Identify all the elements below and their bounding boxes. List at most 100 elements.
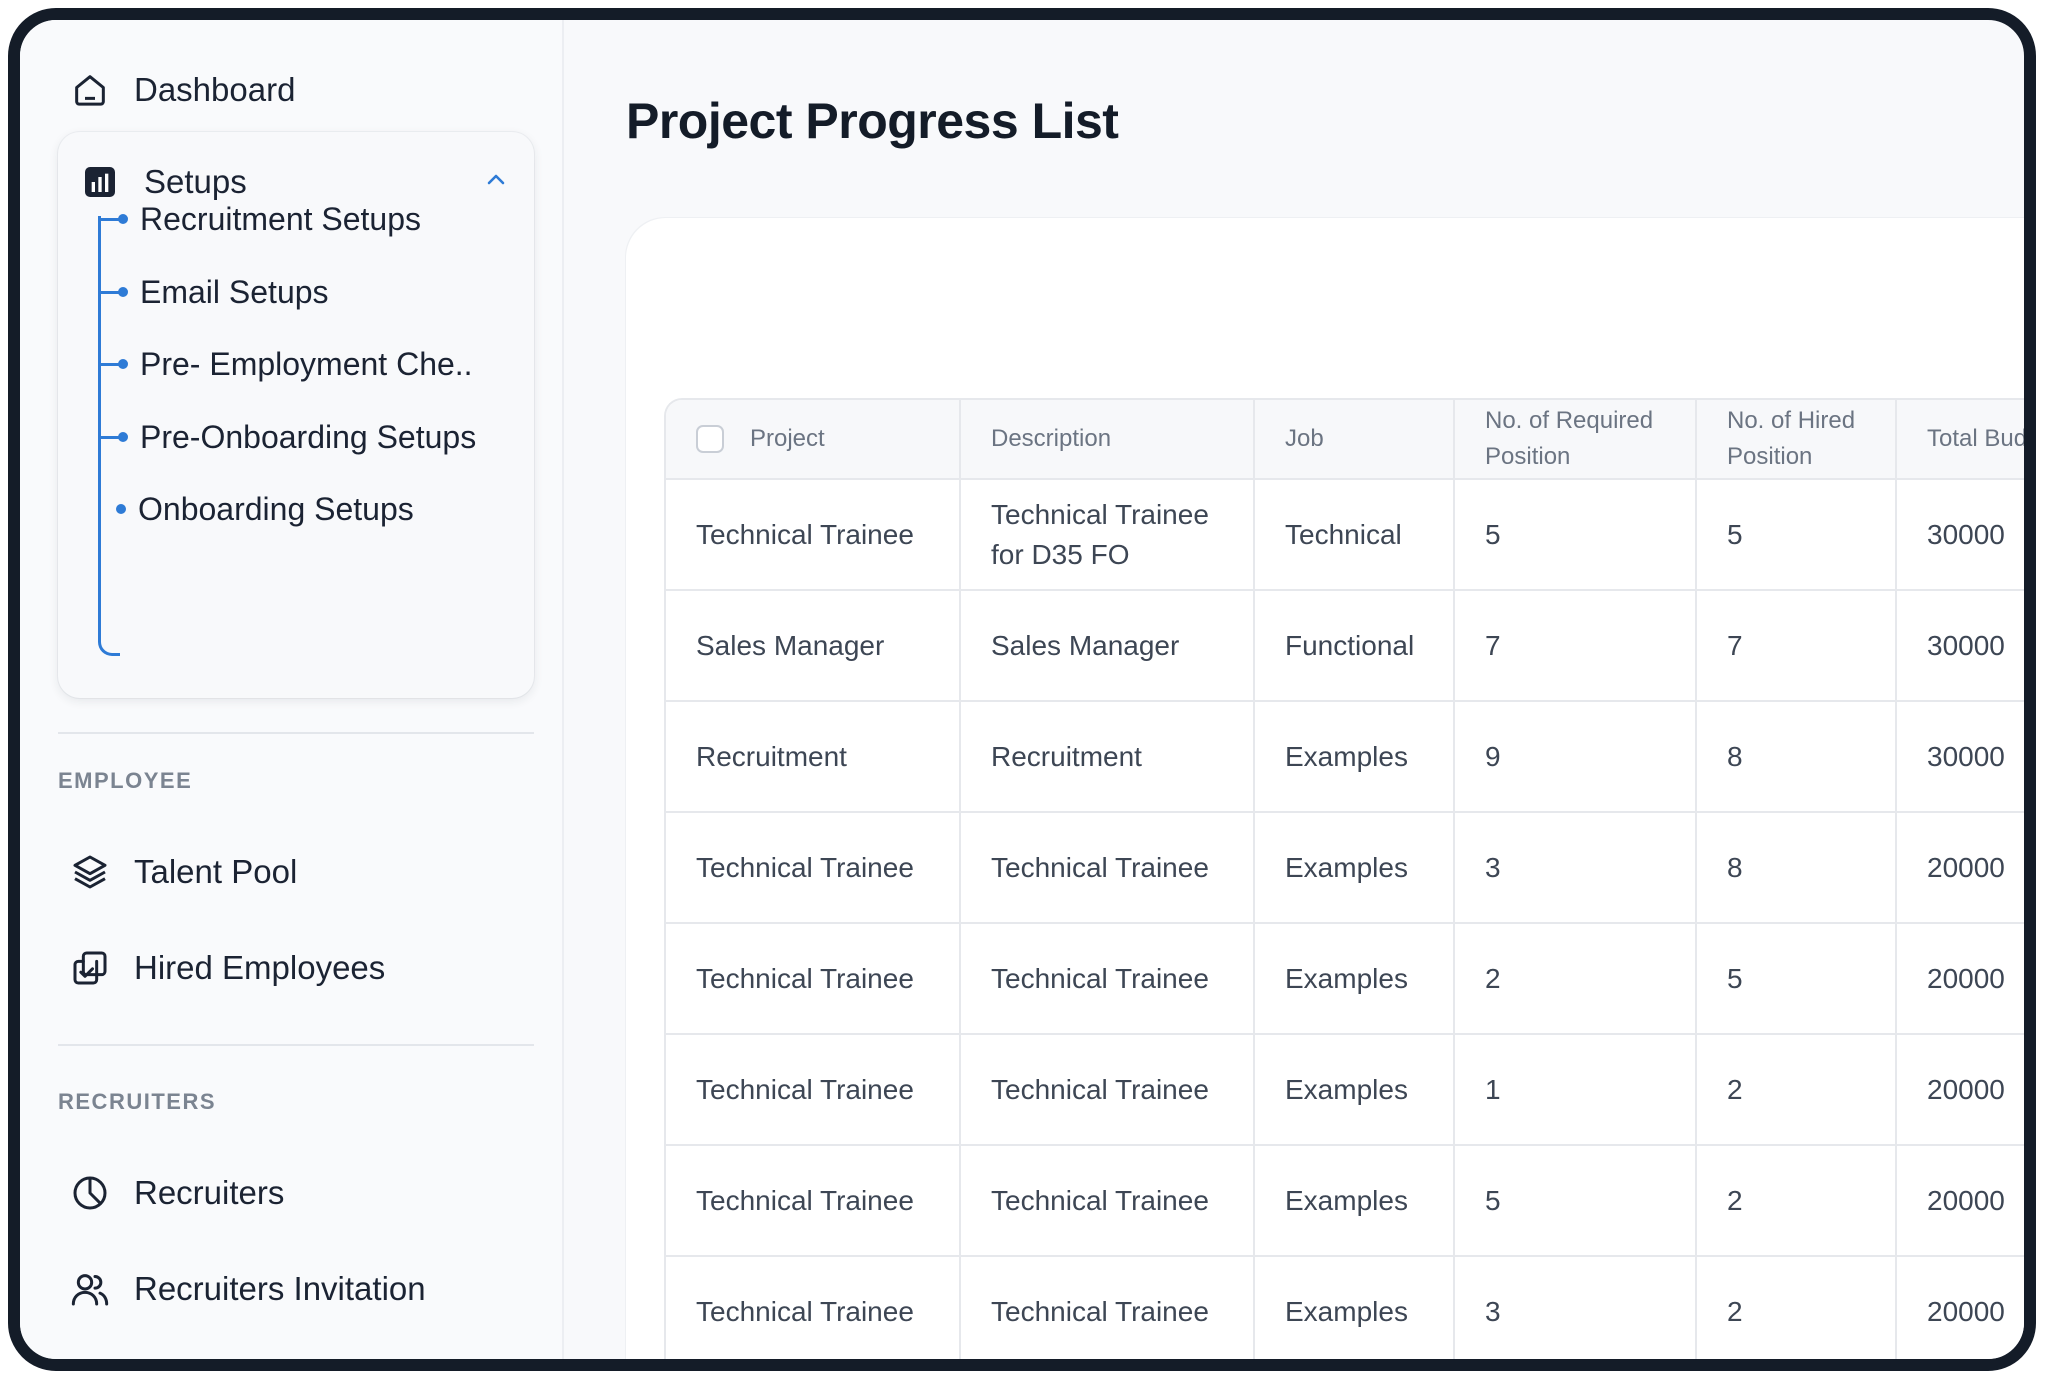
layers-icon xyxy=(68,850,112,894)
cell-hired-positions: 5 xyxy=(1696,479,1897,591)
cell-description: Recruitment xyxy=(960,701,1255,813)
sidebar-divider xyxy=(58,1044,534,1046)
cell-description: Technical Trainee xyxy=(960,1034,1255,1146)
table-row[interactable]: Technical Trainee Technical Trainee Exampl… xyxy=(666,812,2024,924)
sidebar-item-label: Hired Employees xyxy=(134,949,386,986)
table-row[interactable]: Technical Trainee Technical Trainee Exampl… xyxy=(666,1256,2024,1359)
chevron-up-icon[interactable] xyxy=(484,168,508,192)
sidebar-item-dashboard[interactable]: Dashboard xyxy=(68,60,295,120)
table-row[interactable]: Technical Trainee Technical Trainee Exampl… xyxy=(666,1034,2024,1146)
cell-job: Examples xyxy=(1254,812,1455,924)
cell-required-positions: 7 xyxy=(1454,590,1697,702)
sidebar-subitem-label: Email Setups xyxy=(140,273,329,310)
sidebar-item-label: Recruiters xyxy=(134,1174,285,1211)
column-header-hired-positions[interactable]: No. of Hired Position xyxy=(1696,400,1897,480)
cell-project: Technical Trainee xyxy=(666,1256,961,1359)
cell-hired-positions: 7 xyxy=(1696,590,1897,702)
table-row[interactable]: Technical Trainee Technical Trainee for D… xyxy=(666,479,2024,591)
cell-required-positions: 5 xyxy=(1454,1145,1697,1257)
sidebar-subitem-pre-onboarding-setups[interactable]: Pre-Onboarding Setups xyxy=(98,412,476,462)
column-header-total-budget[interactable]: Total Budg xyxy=(1896,400,2024,480)
cell-job: Examples xyxy=(1254,1256,1455,1359)
cell-project: Technical Trainee xyxy=(666,479,961,591)
column-header-description[interactable]: Description xyxy=(960,400,1255,480)
cell-hired-positions: 2 xyxy=(1696,1256,1897,1359)
cell-total-budget: 20000 xyxy=(1896,812,2024,924)
cell-total-budget: 30000 xyxy=(1896,479,2024,591)
cell-required-positions: 3 xyxy=(1454,1256,1697,1359)
sidebar-divider xyxy=(58,732,534,734)
column-header-required-positions[interactable]: No. of Required Position xyxy=(1454,400,1697,480)
column-header-label: Project xyxy=(750,425,825,452)
sidebar-item-recruiters[interactable]: Recruiters xyxy=(68,1163,284,1223)
tree-branch xyxy=(98,362,120,366)
tree-branch xyxy=(98,290,120,294)
cell-description: Sales Manager xyxy=(960,590,1255,702)
cell-required-positions: 2 xyxy=(1454,923,1697,1035)
sidebar-item-label: Recruiters Invitation xyxy=(134,1270,426,1307)
cell-project: Sales Manager xyxy=(666,590,961,702)
section-label-employee: EMPLOYEE xyxy=(58,768,193,793)
sidebar-subitem-email-setups[interactable]: Email Setups xyxy=(98,267,329,317)
setups-group: Setups Recruitment Setups Email Setups P… xyxy=(58,132,534,698)
table-row[interactable]: Sales Manager Sales Manager Functional 7 7 30… xyxy=(666,590,2024,702)
cell-description: Technical Trainee xyxy=(960,1256,1255,1359)
bullet-dot xyxy=(116,504,126,514)
app-window: Dashboard Setups Recruitment Setups Emai… xyxy=(8,8,2036,1371)
sidebar-divider xyxy=(58,1364,534,1366)
cell-hired-positions: 2 xyxy=(1696,1145,1897,1257)
sidebar-subitem-label: Pre- Employment Che.. xyxy=(140,345,473,382)
table-row[interactable]: Technical Trainee Technical Trainee Exampl… xyxy=(666,923,2024,1035)
table-card: Project Description Job No. of Required … xyxy=(626,218,2024,1359)
home-icon xyxy=(68,68,112,112)
page-title: Project Progress List xyxy=(626,93,1119,149)
cell-job: Examples xyxy=(1254,701,1455,813)
cell-job: Examples xyxy=(1254,923,1455,1035)
cell-job: Examples xyxy=(1254,1145,1455,1257)
bullet-dot xyxy=(118,359,128,369)
cell-required-positions: 5 xyxy=(1454,479,1697,591)
copy-check-icon xyxy=(68,946,112,990)
cell-project: Technical Trainee xyxy=(666,812,961,924)
sidebar-subitem-onboarding-setups[interactable]: Onboarding Setups xyxy=(116,484,414,534)
cell-hired-positions: 5 xyxy=(1696,923,1897,1035)
sidebar-item-recruiters-invitation[interactable]: Recruiters Invitation xyxy=(68,1259,426,1319)
sidebar-item-hired-employees[interactable]: Hired Employees xyxy=(68,938,385,998)
sidebar-subitem-recruitment-setups[interactable]: Recruitment Setups xyxy=(98,194,421,244)
cell-total-budget: 20000 xyxy=(1896,1145,2024,1257)
bullet-dot xyxy=(118,214,128,224)
pie-chart-icon xyxy=(68,1171,112,1215)
project-table: Project Description Job No. of Required … xyxy=(666,400,2024,1359)
cell-description: Technical Trainee xyxy=(960,1145,1255,1257)
column-header-job[interactable]: Job xyxy=(1254,400,1455,480)
sidebar-subitem-pre-employment-checks[interactable]: Pre- Employment Che.. xyxy=(98,339,473,389)
cell-hired-positions: 8 xyxy=(1696,812,1897,924)
sidebar-item-talent-pool[interactable]: Talent Pool xyxy=(68,842,297,902)
cell-total-budget: 30000 xyxy=(1896,590,2024,702)
sidebar-item-label: Talent Pool xyxy=(134,853,298,890)
cell-total-budget: 20000 xyxy=(1896,923,2024,1035)
cell-project: Recruitment xyxy=(666,701,961,813)
bullet-dot xyxy=(118,432,128,442)
main-content: Project Progress List Project Descriptio… xyxy=(564,20,2024,1359)
cell-project: Technical Trainee xyxy=(666,923,961,1035)
cell-description: Technical Trainee for D35 FO xyxy=(960,479,1255,591)
cell-required-positions: 1 xyxy=(1454,1034,1697,1146)
column-header-project[interactable]: Project xyxy=(666,400,961,480)
tree-branch xyxy=(98,435,120,439)
cell-job: Examples xyxy=(1254,1034,1455,1146)
tree-branch xyxy=(98,217,120,221)
sidebar: Dashboard Setups Recruitment Setups Emai… xyxy=(20,20,564,1359)
cell-job: Technical xyxy=(1254,479,1455,591)
cell-required-positions: 3 xyxy=(1454,812,1697,924)
table-container: Project Description Job No. of Required … xyxy=(664,398,2024,1359)
table-row[interactable]: Technical Trainee Technical Trainee Exampl… xyxy=(666,1145,2024,1257)
cell-hired-positions: 8 xyxy=(1696,701,1897,813)
cell-project: Technical Trainee xyxy=(666,1145,961,1257)
sidebar-subitem-label: Onboarding Setups xyxy=(138,490,414,527)
sidebar-item-label: Dashboard xyxy=(134,71,296,108)
table-row[interactable]: Recruitment Recruitment Examples 9 8 30000 xyxy=(666,701,2024,813)
cell-hired-positions: 2 xyxy=(1696,1034,1897,1146)
select-all-checkbox[interactable] xyxy=(696,425,724,453)
section-label-recruiters: RECRUITERS xyxy=(58,1089,217,1114)
